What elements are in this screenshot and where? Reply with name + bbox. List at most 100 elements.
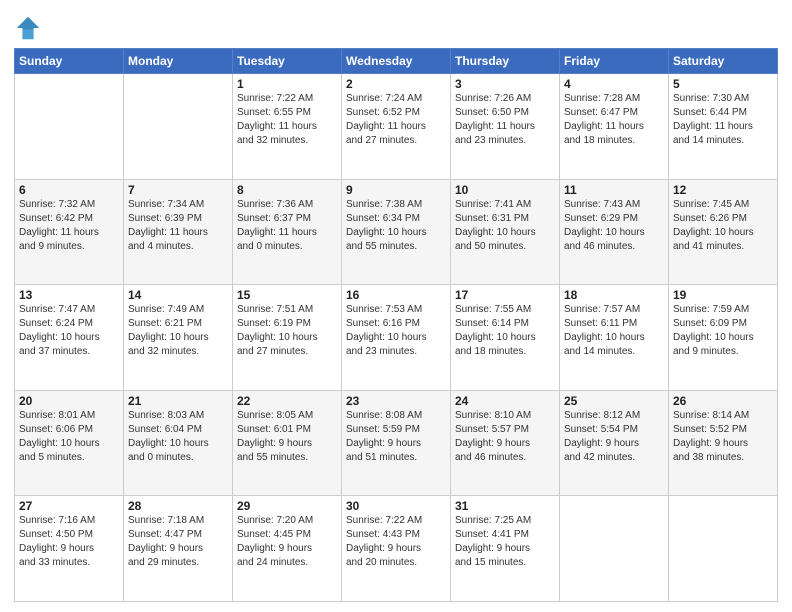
day-info: Sunrise: 8:05 AM Sunset: 6:01 PM Dayligh… [237, 409, 337, 465]
day-number: 25 [564, 394, 664, 408]
day-number: 26 [673, 394, 773, 408]
day-info: Sunrise: 7:25 AM Sunset: 4:41 PM Dayligh… [455, 514, 555, 570]
day-info: Sunrise: 7:59 AM Sunset: 6:09 PM Dayligh… [673, 303, 773, 359]
calendar-cell [15, 74, 124, 180]
calendar-week-row: 20Sunrise: 8:01 AM Sunset: 6:06 PM Dayli… [15, 390, 778, 496]
day-info: Sunrise: 7:55 AM Sunset: 6:14 PM Dayligh… [455, 303, 555, 359]
calendar-cell: 20Sunrise: 8:01 AM Sunset: 6:06 PM Dayli… [15, 390, 124, 496]
header [14, 10, 778, 42]
calendar-cell: 4Sunrise: 7:28 AM Sunset: 6:47 PM Daylig… [560, 74, 669, 180]
day-info: Sunrise: 7:49 AM Sunset: 6:21 PM Dayligh… [128, 303, 228, 359]
day-info: Sunrise: 7:18 AM Sunset: 4:47 PM Dayligh… [128, 514, 228, 570]
calendar-cell [124, 74, 233, 180]
day-number: 2 [346, 77, 446, 91]
calendar-cell: 27Sunrise: 7:16 AM Sunset: 4:50 PM Dayli… [15, 496, 124, 602]
day-number: 12 [673, 183, 773, 197]
day-info: Sunrise: 8:12 AM Sunset: 5:54 PM Dayligh… [564, 409, 664, 465]
day-info: Sunrise: 7:43 AM Sunset: 6:29 PM Dayligh… [564, 198, 664, 254]
day-info: Sunrise: 7:22 AM Sunset: 6:55 PM Dayligh… [237, 92, 337, 148]
day-number: 6 [19, 183, 119, 197]
day-number: 27 [19, 499, 119, 513]
logo-icon [14, 14, 42, 42]
calendar-cell: 29Sunrise: 7:20 AM Sunset: 4:45 PM Dayli… [233, 496, 342, 602]
calendar-week-row: 6Sunrise: 7:32 AM Sunset: 6:42 PM Daylig… [15, 179, 778, 285]
day-info: Sunrise: 7:26 AM Sunset: 6:50 PM Dayligh… [455, 92, 555, 148]
day-number: 17 [455, 288, 555, 302]
calendar-cell: 23Sunrise: 8:08 AM Sunset: 5:59 PM Dayli… [342, 390, 451, 496]
calendar-cell: 2Sunrise: 7:24 AM Sunset: 6:52 PM Daylig… [342, 74, 451, 180]
calendar-cell: 30Sunrise: 7:22 AM Sunset: 4:43 PM Dayli… [342, 496, 451, 602]
day-number: 15 [237, 288, 337, 302]
calendar-cell: 18Sunrise: 7:57 AM Sunset: 6:11 PM Dayli… [560, 285, 669, 391]
calendar-cell: 3Sunrise: 7:26 AM Sunset: 6:50 PM Daylig… [451, 74, 560, 180]
day-info: Sunrise: 7:41 AM Sunset: 6:31 PM Dayligh… [455, 198, 555, 254]
day-info: Sunrise: 8:10 AM Sunset: 5:57 PM Dayligh… [455, 409, 555, 465]
day-number: 20 [19, 394, 119, 408]
day-info: Sunrise: 7:45 AM Sunset: 6:26 PM Dayligh… [673, 198, 773, 254]
day-info: Sunrise: 8:03 AM Sunset: 6:04 PM Dayligh… [128, 409, 228, 465]
weekday-header: Wednesday [342, 49, 451, 74]
calendar-week-row: 27Sunrise: 7:16 AM Sunset: 4:50 PM Dayli… [15, 496, 778, 602]
day-number: 23 [346, 394, 446, 408]
calendar-cell: 5Sunrise: 7:30 AM Sunset: 6:44 PM Daylig… [669, 74, 778, 180]
calendar-cell: 7Sunrise: 7:34 AM Sunset: 6:39 PM Daylig… [124, 179, 233, 285]
calendar-cell: 16Sunrise: 7:53 AM Sunset: 6:16 PM Dayli… [342, 285, 451, 391]
calendar: SundayMondayTuesdayWednesdayThursdayFrid… [14, 48, 778, 602]
day-number: 18 [564, 288, 664, 302]
calendar-cell: 9Sunrise: 7:38 AM Sunset: 6:34 PM Daylig… [342, 179, 451, 285]
calendar-cell: 21Sunrise: 8:03 AM Sunset: 6:04 PM Dayli… [124, 390, 233, 496]
day-info: Sunrise: 8:01 AM Sunset: 6:06 PM Dayligh… [19, 409, 119, 465]
calendar-cell: 28Sunrise: 7:18 AM Sunset: 4:47 PM Dayli… [124, 496, 233, 602]
day-info: Sunrise: 7:24 AM Sunset: 6:52 PM Dayligh… [346, 92, 446, 148]
day-info: Sunrise: 7:28 AM Sunset: 6:47 PM Dayligh… [564, 92, 664, 148]
calendar-cell: 14Sunrise: 7:49 AM Sunset: 6:21 PM Dayli… [124, 285, 233, 391]
calendar-cell: 24Sunrise: 8:10 AM Sunset: 5:57 PM Dayli… [451, 390, 560, 496]
day-info: Sunrise: 7:51 AM Sunset: 6:19 PM Dayligh… [237, 303, 337, 359]
calendar-week-row: 1Sunrise: 7:22 AM Sunset: 6:55 PM Daylig… [15, 74, 778, 180]
day-info: Sunrise: 7:38 AM Sunset: 6:34 PM Dayligh… [346, 198, 446, 254]
day-number: 1 [237, 77, 337, 91]
day-info: Sunrise: 7:47 AM Sunset: 6:24 PM Dayligh… [19, 303, 119, 359]
calendar-cell: 25Sunrise: 8:12 AM Sunset: 5:54 PM Dayli… [560, 390, 669, 496]
day-info: Sunrise: 7:16 AM Sunset: 4:50 PM Dayligh… [19, 514, 119, 570]
day-number: 30 [346, 499, 446, 513]
day-info: Sunrise: 8:14 AM Sunset: 5:52 PM Dayligh… [673, 409, 773, 465]
weekday-header: Tuesday [233, 49, 342, 74]
day-number: 7 [128, 183, 228, 197]
calendar-cell: 12Sunrise: 7:45 AM Sunset: 6:26 PM Dayli… [669, 179, 778, 285]
calendar-cell: 11Sunrise: 7:43 AM Sunset: 6:29 PM Dayli… [560, 179, 669, 285]
day-number: 19 [673, 288, 773, 302]
calendar-cell: 31Sunrise: 7:25 AM Sunset: 4:41 PM Dayli… [451, 496, 560, 602]
day-info: Sunrise: 7:53 AM Sunset: 6:16 PM Dayligh… [346, 303, 446, 359]
day-info: Sunrise: 7:36 AM Sunset: 6:37 PM Dayligh… [237, 198, 337, 254]
day-number: 11 [564, 183, 664, 197]
day-info: Sunrise: 7:34 AM Sunset: 6:39 PM Dayligh… [128, 198, 228, 254]
day-number: 5 [673, 77, 773, 91]
day-info: Sunrise: 7:30 AM Sunset: 6:44 PM Dayligh… [673, 92, 773, 148]
calendar-cell: 13Sunrise: 7:47 AM Sunset: 6:24 PM Dayli… [15, 285, 124, 391]
day-number: 24 [455, 394, 555, 408]
day-number: 31 [455, 499, 555, 513]
calendar-cell: 1Sunrise: 7:22 AM Sunset: 6:55 PM Daylig… [233, 74, 342, 180]
calendar-cell [669, 496, 778, 602]
day-number: 21 [128, 394, 228, 408]
weekday-header: Saturday [669, 49, 778, 74]
logo [14, 14, 46, 42]
calendar-cell: 22Sunrise: 8:05 AM Sunset: 6:01 PM Dayli… [233, 390, 342, 496]
day-number: 13 [19, 288, 119, 302]
day-number: 22 [237, 394, 337, 408]
calendar-cell: 8Sunrise: 7:36 AM Sunset: 6:37 PM Daylig… [233, 179, 342, 285]
calendar-cell: 15Sunrise: 7:51 AM Sunset: 6:19 PM Dayli… [233, 285, 342, 391]
day-number: 29 [237, 499, 337, 513]
day-info: Sunrise: 7:32 AM Sunset: 6:42 PM Dayligh… [19, 198, 119, 254]
day-number: 3 [455, 77, 555, 91]
weekday-header: Monday [124, 49, 233, 74]
day-number: 4 [564, 77, 664, 91]
calendar-cell: 17Sunrise: 7:55 AM Sunset: 6:14 PM Dayli… [451, 285, 560, 391]
day-info: Sunrise: 8:08 AM Sunset: 5:59 PM Dayligh… [346, 409, 446, 465]
weekday-header: Sunday [15, 49, 124, 74]
day-info: Sunrise: 7:22 AM Sunset: 4:43 PM Dayligh… [346, 514, 446, 570]
calendar-cell: 10Sunrise: 7:41 AM Sunset: 6:31 PM Dayli… [451, 179, 560, 285]
calendar-week-row: 13Sunrise: 7:47 AM Sunset: 6:24 PM Dayli… [15, 285, 778, 391]
calendar-header-row: SundayMondayTuesdayWednesdayThursdayFrid… [15, 49, 778, 74]
